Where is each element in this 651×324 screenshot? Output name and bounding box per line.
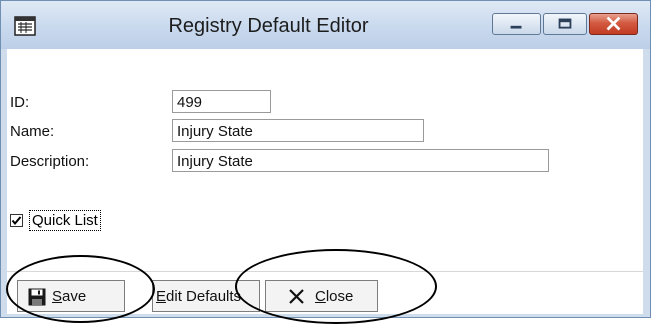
annotation-oval-close [235,249,437,324]
maximize-button[interactable] [543,13,587,35]
window-close-button[interactable] [589,13,638,35]
quick-list-label[interactable]: Quick List [29,210,101,231]
maximize-icon [558,18,572,29]
close-icon [606,16,621,31]
quick-list-checkbox[interactable] [10,214,23,227]
id-field[interactable]: 499 [172,90,271,113]
window-title: Registry Default Editor [168,15,369,37]
description-label: Description: [10,153,90,170]
checkmark-icon [11,216,22,226]
name-field[interactable]: Injury State [172,119,424,142]
id-label: ID: [10,94,30,111]
minimize-icon [510,25,522,29]
title-bar[interactable]: Registry Default Editor [1,1,650,49]
name-label: Name: [10,123,55,140]
minimize-button[interactable] [492,13,541,35]
annotation-oval-save [6,255,155,323]
description-field[interactable]: Injury State [172,149,549,172]
registry-default-editor-window: Registry Default Editor ID: 499 Name: In… [0,0,651,324]
edit-defaults-label: Edit Defaults [156,288,242,305]
